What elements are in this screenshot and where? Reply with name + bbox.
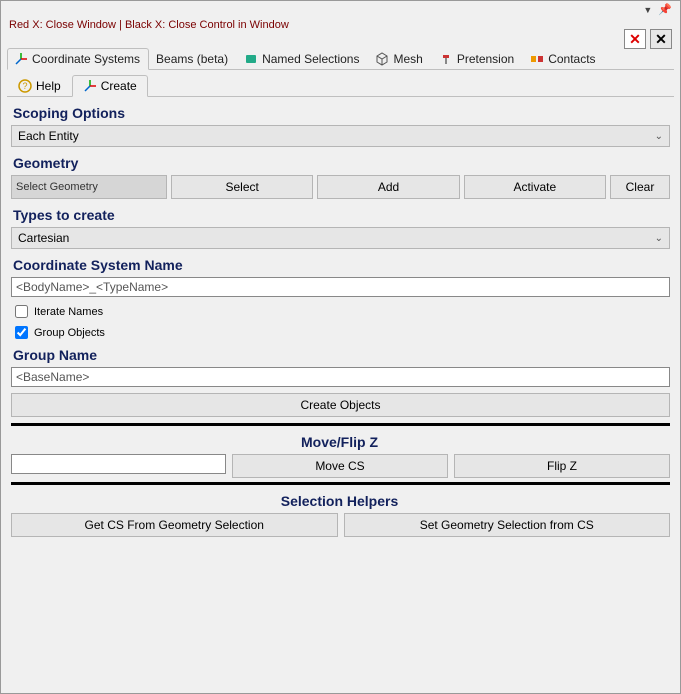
set-selection-from-cs-button[interactable]: Set Geometry Selection from CS: [344, 513, 671, 537]
tab-label: Beams (beta): [156, 52, 228, 66]
separator: [11, 423, 670, 426]
tab-named-selections[interactable]: Named Selections: [237, 48, 368, 69]
axes-icon: [14, 52, 28, 66]
group-objects-checkbox[interactable]: [15, 326, 28, 339]
mesh-icon: [375, 52, 389, 66]
tab-label: Contacts: [548, 52, 595, 66]
group-name-input[interactable]: [11, 367, 670, 387]
subtab-label: Help: [36, 79, 61, 93]
close-buttons: ✕ ✕: [624, 29, 672, 49]
pretension-icon: [439, 52, 453, 66]
titlebar-icons: ▼ 📌: [643, 3, 672, 16]
main-tabstrip: Coordinate Systems Beams (beta) Named Se…: [7, 43, 674, 70]
contacts-icon: [530, 52, 544, 66]
tab-label: Mesh: [393, 52, 422, 66]
group-objects-label: Group Objects: [34, 327, 105, 339]
heading-types: Types to create: [13, 207, 672, 223]
activate-button[interactable]: Activate: [464, 175, 606, 199]
close-hint-text: Red X: Close Window | Black X: Close Con…: [9, 19, 674, 31]
close-window-button[interactable]: ✕: [624, 29, 646, 49]
close-control-button[interactable]: ✕: [650, 29, 672, 49]
tool-window: ▼ 📌 Red X: Close Window | Black X: Close…: [0, 0, 681, 694]
tab-contacts[interactable]: Contacts: [523, 48, 604, 69]
select-button[interactable]: Select: [171, 175, 313, 199]
helpers-row: Get CS From Geometry Selection Set Geome…: [11, 513, 670, 537]
move-cs-input[interactable]: [11, 454, 226, 474]
separator: [11, 482, 670, 485]
cs-name-input[interactable]: [11, 277, 670, 297]
tab-coordinate-systems[interactable]: Coordinate Systems: [7, 48, 149, 70]
dropdown-icon[interactable]: ▼: [643, 5, 652, 15]
scoping-value: Each Entity: [18, 129, 79, 143]
tab-beams[interactable]: Beams (beta): [149, 48, 237, 69]
subtab-help[interactable]: ? Help: [7, 75, 72, 96]
iterate-names-row[interactable]: Iterate Names: [15, 305, 670, 318]
iterate-names-checkbox[interactable]: [15, 305, 28, 318]
scoping-combo[interactable]: Each Entity ⌄: [11, 125, 670, 147]
heading-geometry: Geometry: [13, 155, 672, 171]
add-button[interactable]: Add: [317, 175, 459, 199]
moveflip-row: Move CS Flip Z: [11, 454, 670, 478]
help-icon: ?: [18, 79, 32, 93]
tab-mesh[interactable]: Mesh: [368, 48, 431, 69]
sub-tabstrip: ? Help Create: [7, 72, 674, 97]
geometry-row: Select Geometry Select Add Activate Clea…: [11, 175, 670, 199]
tab-label: Named Selections: [262, 52, 359, 66]
get-cs-from-selection-button[interactable]: Get CS From Geometry Selection: [11, 513, 338, 537]
tab-label: Coordinate Systems: [32, 52, 140, 66]
clear-button[interactable]: Clear: [610, 175, 670, 199]
chevron-down-icon: ⌄: [655, 131, 663, 142]
heading-selection-helpers: Selection Helpers: [7, 493, 672, 509]
axes-icon: [83, 79, 97, 93]
flip-z-button[interactable]: Flip Z: [454, 454, 670, 478]
named-selection-icon: [244, 52, 258, 66]
subtab-create[interactable]: Create: [72, 75, 148, 97]
group-objects-row[interactable]: Group Objects: [15, 326, 670, 339]
create-objects-button[interactable]: Create Objects: [11, 393, 670, 417]
pin-icon[interactable]: 📌: [658, 3, 672, 16]
heading-cs-name: Coordinate System Name: [13, 257, 672, 273]
types-combo[interactable]: Cartesian ⌄: [11, 227, 670, 249]
move-cs-button[interactable]: Move CS: [232, 454, 448, 478]
types-value: Cartesian: [18, 231, 69, 245]
geometry-label: Select Geometry: [11, 175, 167, 199]
chevron-down-icon: ⌄: [655, 233, 663, 244]
svg-text:?: ?: [22, 81, 27, 91]
heading-moveflip: Move/Flip Z: [7, 434, 672, 450]
tab-pretension[interactable]: Pretension: [432, 48, 523, 69]
heading-group-name: Group Name: [13, 347, 672, 363]
subtab-label: Create: [101, 79, 137, 93]
heading-scoping-options: Scoping Options: [13, 105, 672, 121]
iterate-names-label: Iterate Names: [34, 306, 103, 318]
tab-label: Pretension: [457, 52, 514, 66]
